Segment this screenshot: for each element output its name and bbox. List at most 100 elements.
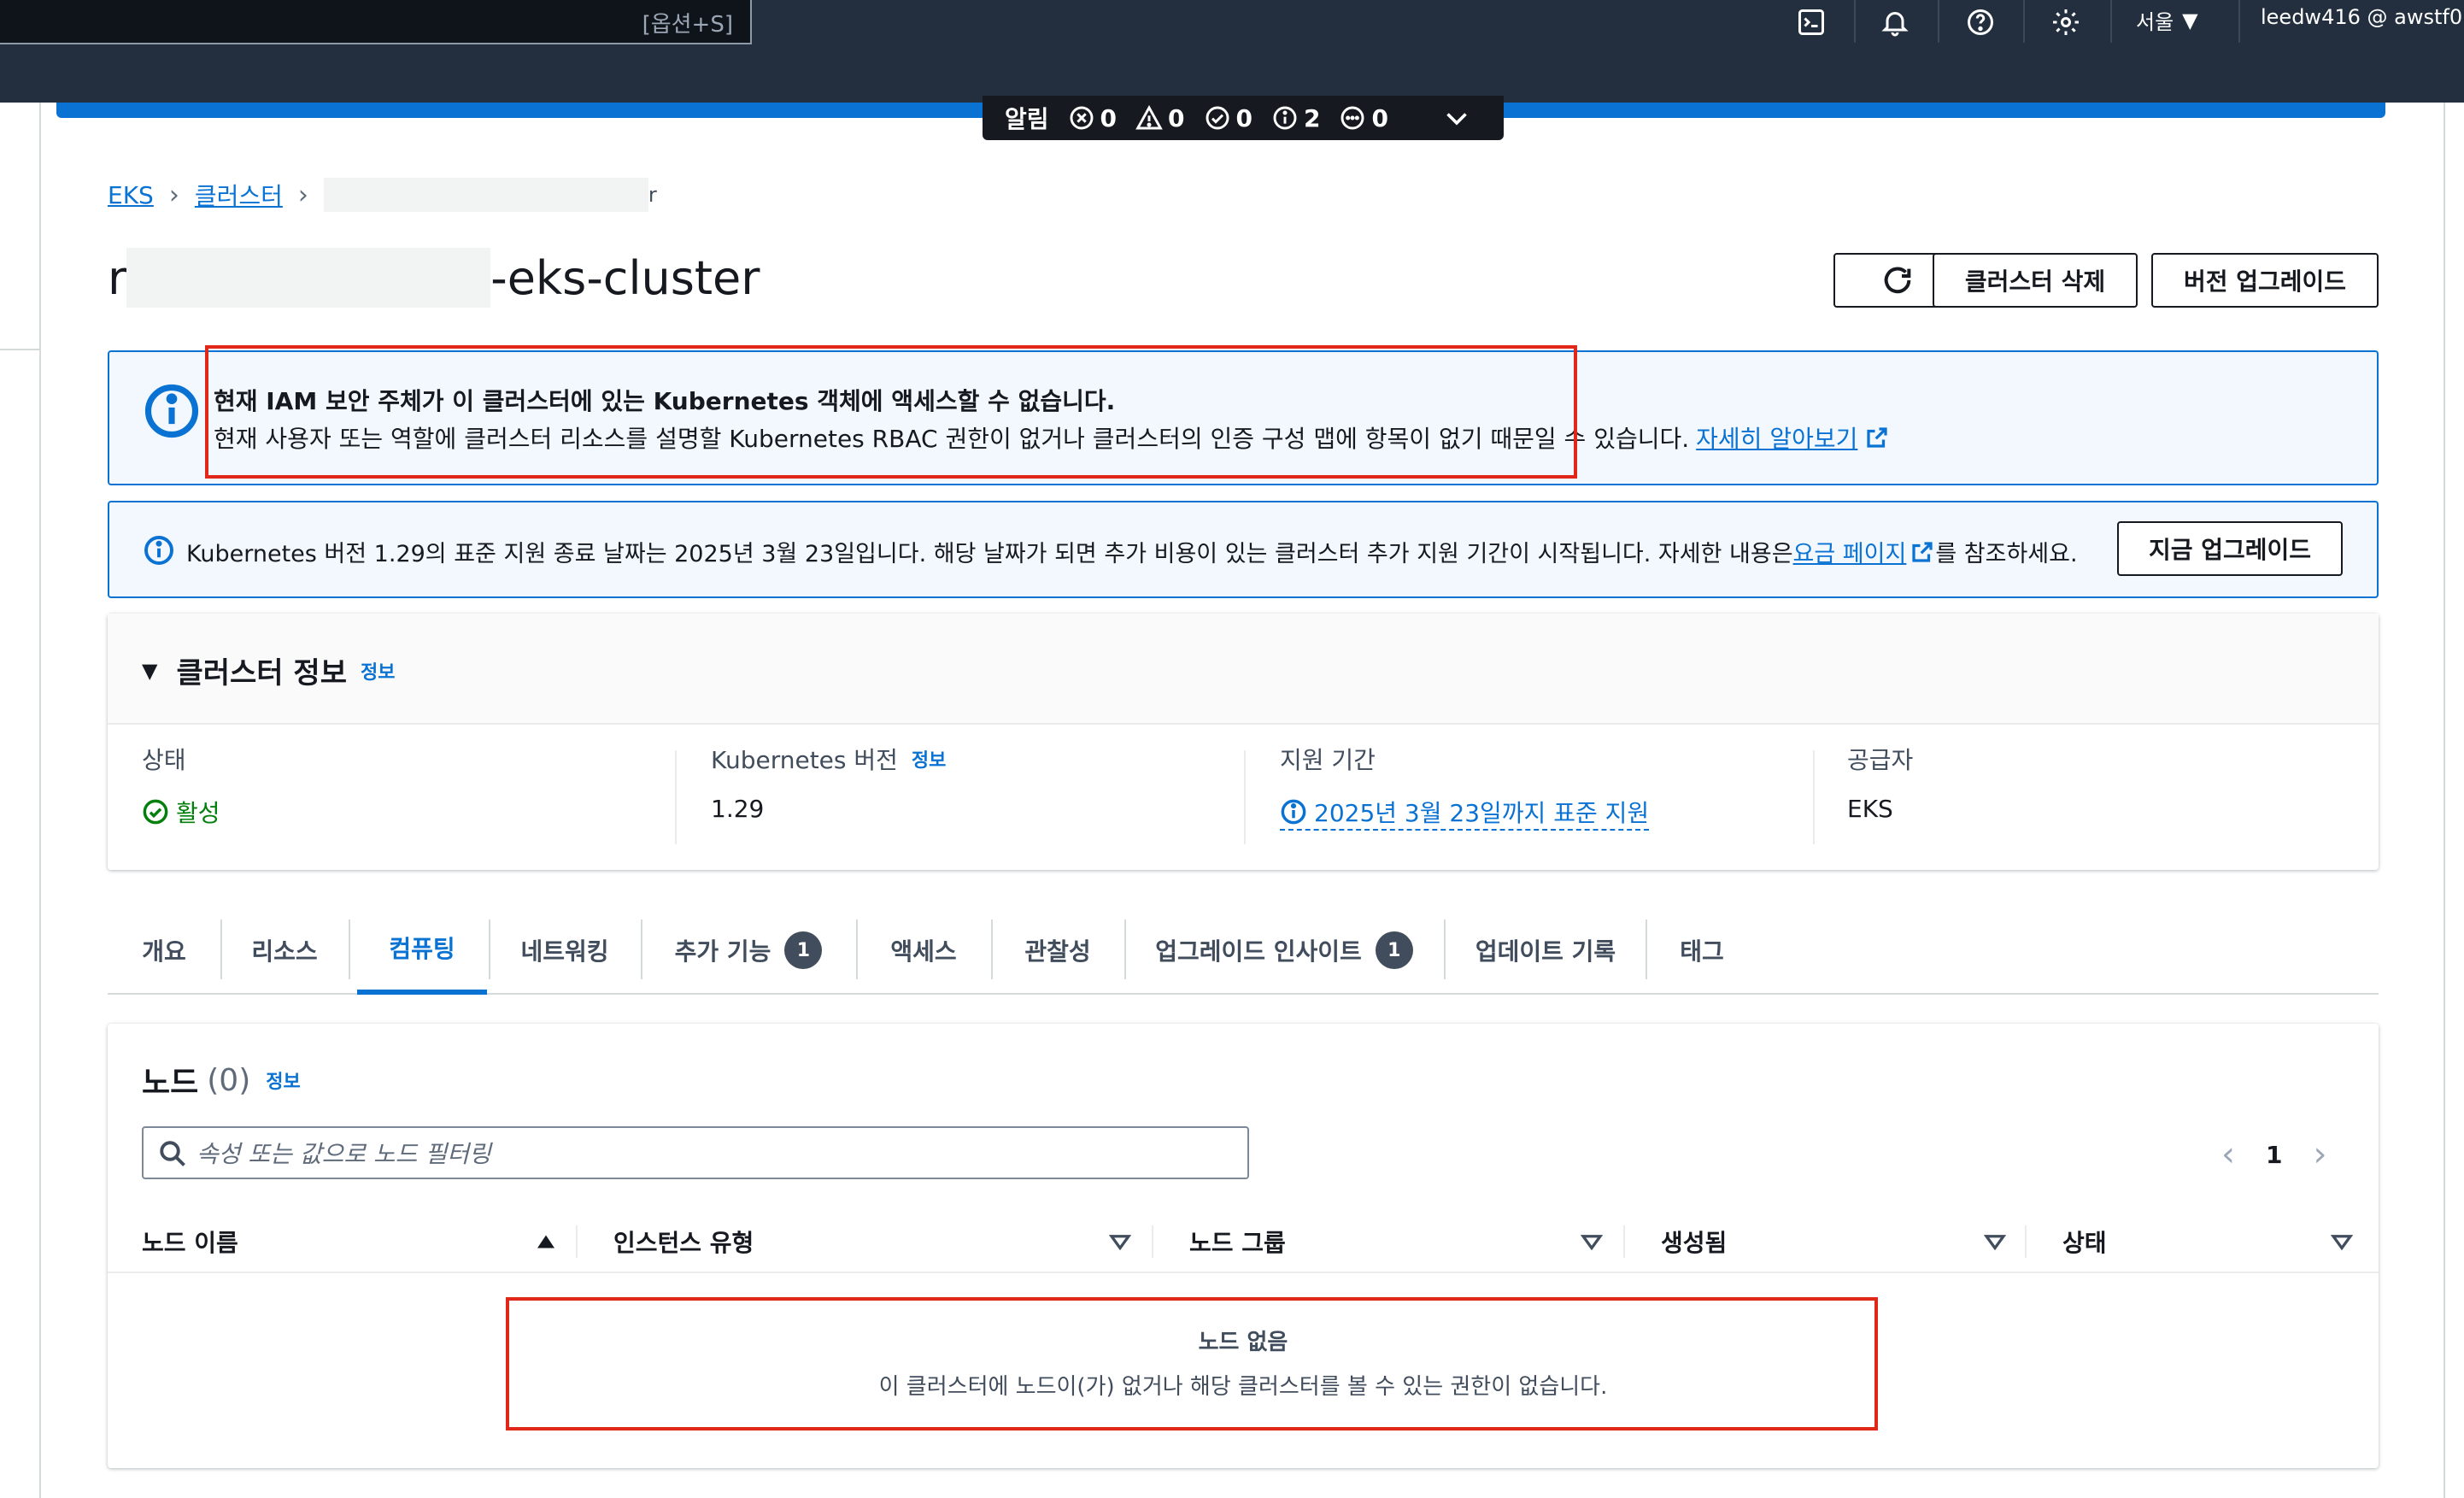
breadcrumb-clusters[interactable]: 클러스터 — [195, 178, 283, 212]
chevron-right-icon: › — [168, 179, 179, 210]
region-label: 서울 — [2136, 10, 2174, 34]
breadcrumb-current: r — [648, 183, 657, 207]
highlight-box — [506, 1297, 1878, 1430]
sort-caret-icon[interactable] — [1107, 1229, 1133, 1254]
upgrade-now-button[interactable]: 지금 업그레이드 — [2117, 521, 2343, 576]
current-page[interactable]: 1 — [2266, 1141, 2282, 1169]
status-value: 활성 — [176, 799, 220, 827]
previous-page-icon[interactable]: ‹ — [2221, 1135, 2235, 1174]
notification-summary-bar[interactable]: 알림 0 0 0 2 0 — [983, 96, 1504, 140]
tab-badge: 1 — [1375, 931, 1413, 969]
next-page-icon[interactable]: › — [2313, 1135, 2326, 1174]
tools-panel-collapsed — [2443, 103, 2464, 1498]
tab-add-ons[interactable]: 추가 기능 1 — [642, 906, 854, 995]
caret-down-icon: ▼ — [2182, 8, 2198, 32]
learn-more-link[interactable]: 자세히 알아보기 — [1696, 420, 1857, 455]
notifications-bell-icon[interactable] — [1876, 3, 1914, 41]
chevron-right-icon: › — [297, 179, 308, 210]
upgrade-version-button[interactable]: 버전 업그레이드 — [2151, 253, 2379, 308]
pagination: ‹ 1 › — [2221, 1135, 2326, 1174]
sort-caret-icon[interactable] — [1579, 1229, 1605, 1254]
nodes-table-header: 노드 이름 인스턴스 유형 노드 그룹 생성됨 상태 — [108, 1210, 2379, 1273]
search-icon — [160, 1141, 185, 1166]
redacted-region — [323, 178, 648, 212]
provider-field: 공급자 EKS — [1847, 746, 1914, 823]
column-instance-type[interactable]: 인스턴스 유형 — [613, 1210, 754, 1273]
node-filter-input[interactable]: 속성 또는 값으로 노드 필터링 — [142, 1126, 1249, 1179]
redacted-region — [126, 248, 491, 308]
refresh-icon — [1884, 267, 1911, 294]
pending-count: 0 — [1339, 104, 1388, 132]
search-input[interactable]: [옵션+S] — [0, 0, 752, 44]
sort-ascending-icon[interactable] — [533, 1229, 559, 1254]
help-icon[interactable] — [1962, 3, 1999, 41]
breadcrumb-eks[interactable]: EKS — [108, 181, 154, 209]
tab-resources[interactable]: 리소스 — [222, 906, 347, 995]
provider-value: EKS — [1847, 795, 1893, 823]
warning-icon — [1135, 104, 1163, 130]
status-field: 상태 활성 — [142, 746, 220, 827]
success-icon — [1206, 106, 1229, 130]
support-period-field: 지원 기간 2025년 3월 23일까지 표준 지원 — [1280, 742, 1650, 853]
column-node-group[interactable]: 노드 그룹 — [1189, 1210, 1286, 1273]
warning-count: 0 — [1135, 104, 1185, 132]
cluster-info-card: ▼ 클러스터 정보 정보 상태 활성 Kubernetes 버전 정보 1.29… — [108, 614, 2379, 870]
nodes-title: 노드 (0) 정보 — [142, 1062, 301, 1101]
support-period-popover[interactable]: 2025년 3월 23일까지 표준 지원 — [1280, 795, 1650, 831]
nodes-count: (0) — [207, 1062, 251, 1098]
search-shortcut-hint: [옵션+S] — [642, 12, 733, 38]
settings-gear-icon[interactable] — [2047, 3, 2085, 41]
tab-upgrade-insights[interactable]: 업그레이드 인사이트 1 — [1126, 906, 1442, 995]
sort-caret-icon[interactable] — [1982, 1229, 2008, 1254]
cloudshell-icon[interactable] — [1792, 3, 1830, 41]
info-icon — [144, 536, 173, 565]
info-count: 2 — [1271, 104, 1320, 132]
external-link-icon — [1867, 427, 1888, 448]
version-alert-body: Kubernetes 버전 1.29의 표준 지원 종료 날짜는 2025년 3… — [186, 541, 1793, 567]
breadcrumb: EKS › 클러스터 › r — [108, 178, 657, 212]
error-icon — [1070, 106, 1093, 130]
caret-down-icon[interactable]: ▼ — [142, 659, 157, 683]
info-icon — [1281, 799, 1306, 825]
filter-placeholder: 속성 또는 값으로 노드 필터링 — [197, 1140, 491, 1168]
success-count: 0 — [1204, 104, 1253, 132]
version-alert: Kubernetes 버전 1.29의 표준 지원 종료 날짜는 2025년 3… — [108, 501, 2379, 598]
support-period-value: 2025년 3월 23일까지 표준 지원 — [1314, 799, 1650, 827]
tab-tags[interactable]: 태그 — [1647, 906, 1757, 995]
cluster-info-header[interactable]: ▼ 클러스터 정보 정보 — [108, 614, 2379, 725]
kubernetes-version-field: Kubernetes 버전 정보 1.29 — [711, 745, 947, 823]
tab-observability[interactable]: 관찰성 — [993, 906, 1123, 995]
column-created[interactable]: 생성됨 — [1661, 1210, 1727, 1273]
column-node-name[interactable]: 노드 이름 — [142, 1210, 238, 1273]
column-status[interactable]: 상태 — [2062, 1210, 2107, 1273]
pricing-page-link[interactable]: 요금 페이지 — [1793, 535, 1907, 568]
pending-icon — [1341, 106, 1364, 130]
page-title: r -eks-cluster — [108, 248, 760, 308]
tab-overview[interactable]: 개요 — [108, 906, 220, 995]
kubernetes-version-info-link[interactable]: 정보 — [912, 745, 946, 772]
cluster-tabs: 개요 리소스 컴퓨팅 네트워킹 추가 기능 1 액세스 관찰성 업그레이드 인사이… — [108, 906, 2379, 995]
highlight-box — [205, 345, 1577, 479]
kubernetes-version-value: 1.29 — [711, 795, 765, 823]
top-navigation: [옵션+S] 서울 ▼ leedw416 @ awstf01 — [0, 0, 2464, 103]
side-navigation-collapsed — [0, 103, 41, 1498]
info-icon — [1273, 106, 1297, 130]
tab-compute[interactable]: 컴퓨팅 — [357, 906, 487, 995]
info-icon — [144, 384, 199, 438]
cluster-info-title: 클러스터 정보 — [176, 656, 347, 690]
cluster-info-link[interactable]: 정보 — [361, 657, 395, 684]
nodes-info-link[interactable]: 정보 — [266, 1066, 300, 1094]
tab-badge: 1 — [784, 931, 823, 969]
region-selector[interactable]: 서울 ▼ — [2136, 5, 2198, 35]
delete-cluster-button[interactable]: 클러스터 삭제 — [1933, 253, 2138, 308]
status-success-icon — [143, 799, 168, 825]
sort-caret-icon[interactable] — [2329, 1229, 2355, 1254]
tab-networking[interactable]: 네트워킹 — [490, 906, 639, 995]
tab-update-history[interactable]: 업데이트 기록 — [1446, 906, 1646, 995]
tab-access[interactable]: 액세스 — [858, 906, 989, 995]
error-count: 0 — [1068, 104, 1117, 132]
external-link-icon — [1912, 541, 1933, 562]
account-menu[interactable]: leedw416 @ awstf01 — [2261, 5, 2464, 29]
version-alert-body-end: 를 참조하세요. — [1935, 541, 2078, 567]
chevron-down-icon[interactable] — [1441, 103, 1472, 133]
